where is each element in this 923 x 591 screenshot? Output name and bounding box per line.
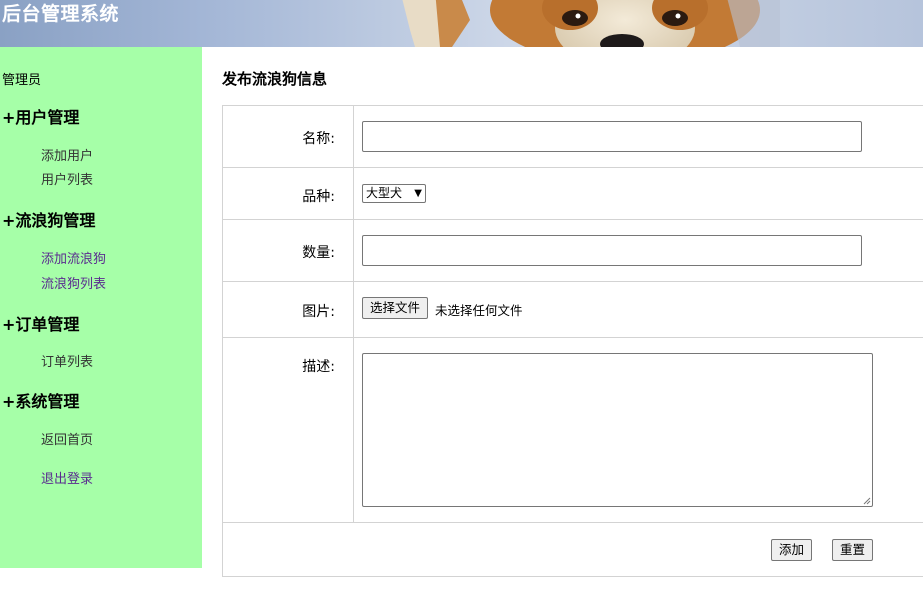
- sidebar-group-order-management[interactable]: +订单管理: [2, 311, 79, 335]
- sidebar-group-dog-management[interactable]: +流浪狗管理: [2, 207, 95, 231]
- quantity-label: 数量:: [302, 245, 335, 261]
- sidebar-item-home[interactable]: 返回首页: [41, 429, 93, 448]
- app-title: 后台管理系统: [2, 3, 120, 25]
- user-role: 管理员: [2, 73, 42, 88]
- dog-form: 名称: 品种: 大型犬 ▼ 数量: 图片: 选择文件 未选择任何文件 描述: 添…: [222, 105, 923, 577]
- sidebar-group-user-management[interactable]: +用户管理: [2, 104, 79, 128]
- choose-file-button[interactable]: 选择文件: [362, 297, 429, 319]
- form-row-name: 名称:: [223, 106, 923, 168]
- form-row-quantity: 数量:: [223, 220, 923, 282]
- name-label: 名称:: [302, 131, 335, 147]
- form-row-actions: 添加 重置: [223, 523, 923, 578]
- file-status-text: 未选择任何文件: [435, 303, 523, 318]
- description-textarea[interactable]: [362, 353, 873, 507]
- page-title: 发布流浪狗信息: [222, 70, 328, 88]
- sidebar-item-order-list[interactable]: 订单列表: [41, 351, 93, 370]
- image-label: 图片:: [302, 304, 335, 320]
- form-row-image: 图片: 选择文件 未选择任何文件: [223, 282, 923, 338]
- name-input[interactable]: [362, 121, 862, 152]
- breed-selected-value: 大型犬: [366, 186, 403, 200]
- sidebar-group-system-management[interactable]: +系统管理: [2, 388, 79, 412]
- dog-photo: [402, 0, 780, 47]
- form-row-description: 描述:: [223, 338, 923, 523]
- add-button[interactable]: 添加: [771, 539, 813, 561]
- sidebar-item-dog-list[interactable]: 流浪狗列表: [41, 273, 106, 292]
- breed-label: 品种:: [302, 189, 335, 205]
- header-banner: 后台管理系统: [0, 0, 923, 47]
- sidebar-item-add-dog[interactable]: 添加流浪狗: [41, 248, 106, 267]
- quantity-input[interactable]: [362, 235, 862, 266]
- form-row-breed: 品种: 大型犬 ▼: [223, 168, 923, 220]
- resize-grip-icon[interactable]: [862, 496, 871, 505]
- sidebar-item-logout[interactable]: 退出登录: [41, 468, 93, 487]
- description-label: 描述:: [302, 359, 335, 375]
- reset-button[interactable]: 重置: [832, 539, 874, 561]
- sidebar: 管理员 +用户管理 添加用户 用户列表 +流浪狗管理 添加流浪狗 流浪狗列表 +…: [0, 47, 202, 568]
- chevron-down-icon: ▼: [414, 188, 422, 199]
- sidebar-item-add-user[interactable]: 添加用户: [41, 145, 93, 164]
- sidebar-item-user-list[interactable]: 用户列表: [41, 169, 93, 188]
- breed-select[interactable]: 大型犬 ▼: [362, 184, 426, 203]
